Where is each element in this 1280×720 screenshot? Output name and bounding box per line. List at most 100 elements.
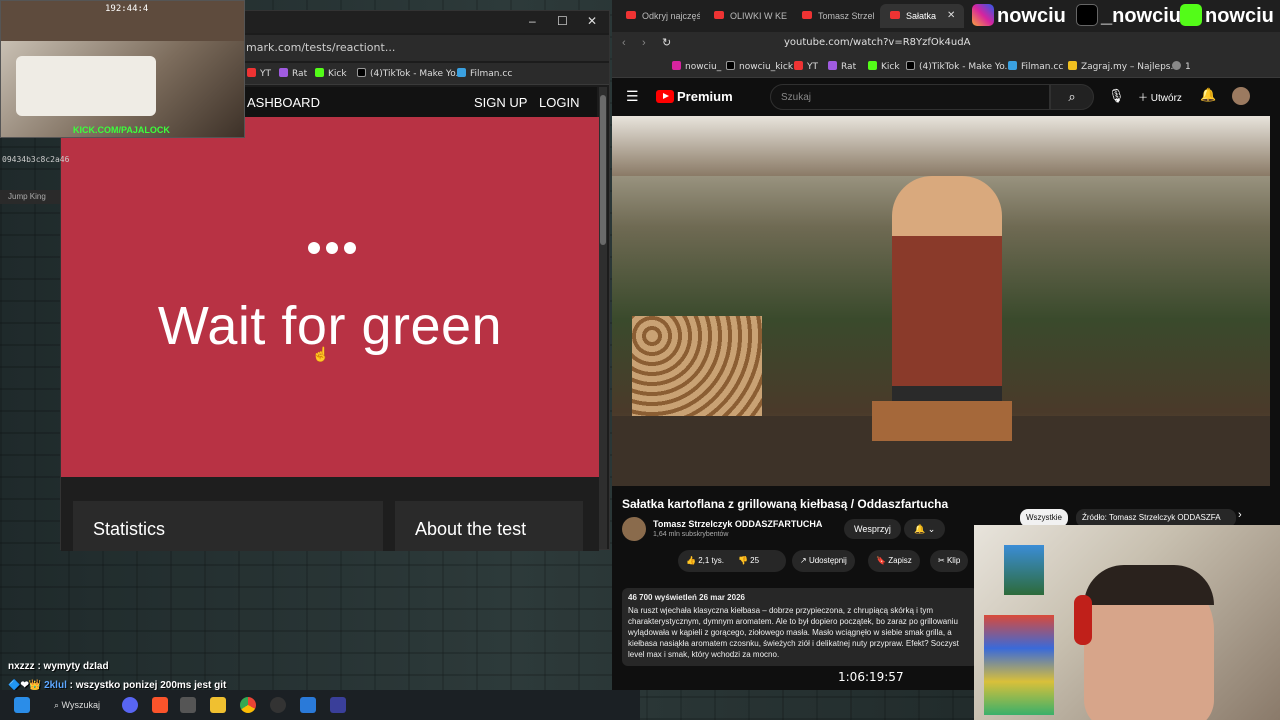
youtube-icon xyxy=(714,11,724,19)
stream-timer: 1:06:19:57 xyxy=(838,670,904,684)
bookmark-zagraj[interactable]: Zagraj.my – Najleps... xyxy=(1068,61,1179,72)
webcam-shelf xyxy=(984,615,1054,715)
instagram-icon xyxy=(672,61,681,70)
right-url-text[interactable]: youtube.com/watch?v=R8YzfOk4udA xyxy=(784,37,970,48)
views-date: 46 700 wyświetleń 26 mar 2026 xyxy=(628,593,745,602)
test-info-section: Statistics About the test xyxy=(61,477,599,551)
create-button[interactable]: ＋ Utwórz xyxy=(1138,89,1182,104)
save-icon: 🔖 xyxy=(876,556,889,565)
stream-overlay: 192:44:4 KICK.COM/PAJALOCK xyxy=(0,0,245,138)
discord-icon[interactable] xyxy=(122,697,138,713)
video-player[interactable] xyxy=(612,116,1270,486)
reload-icon[interactable]: ↻ xyxy=(662,36,671,49)
scrollbar-thumb[interactable] xyxy=(600,95,606,245)
bookmark-filman[interactable]: Filman.cc xyxy=(457,68,512,79)
youtube-logo[interactable]: Premium xyxy=(656,89,733,104)
kick-handle: nowciu xyxy=(1180,4,1274,28)
bookmark-tiktok[interactable]: (4)TikTok - Make Yo... xyxy=(906,61,1013,72)
forward-icon[interactable]: › xyxy=(642,37,646,49)
kick-icon xyxy=(868,61,877,70)
bookmark-yt[interactable]: YT xyxy=(794,61,818,72)
jump-king-window[interactable]: Jump King xyxy=(0,190,60,204)
tiktok-icon xyxy=(906,61,915,70)
bookmark-one[interactable]: 1 xyxy=(1172,61,1191,72)
game-icon[interactable] xyxy=(330,697,346,713)
taskbar-search[interactable]: ⌕ Wyszukaj xyxy=(44,695,114,715)
bookmark-rat[interactable]: Rat xyxy=(828,61,856,72)
video-description[interactable]: 46 700 wyświetleń 26 mar 2026 Na ruszt w… xyxy=(622,588,978,666)
loading-dots-icon xyxy=(305,241,359,259)
app-icon[interactable] xyxy=(180,697,196,713)
channel-name[interactable]: Tomasz Strzelczyk ODDASZFARTUCHA xyxy=(653,519,822,529)
hash-label: 09434b3c8c2a46 xyxy=(2,155,70,164)
brave-icon[interactable] xyxy=(152,697,168,713)
minimize-icon[interactable]: – xyxy=(529,14,536,28)
filman-icon xyxy=(457,68,466,77)
bookmark-nowciu-kick[interactable]: nowciu_kick xyxy=(726,61,793,72)
tab-close-icon[interactable]: ✕ xyxy=(947,10,955,21)
tab-tomasz[interactable]: Tomasz Strzel xyxy=(792,4,876,28)
bookmark-yt[interactable]: YT xyxy=(247,68,271,79)
instagram-handle: nowciu xyxy=(972,4,1066,28)
dislike-count: 25 xyxy=(750,556,760,565)
folder-icon[interactable] xyxy=(210,697,226,713)
right-address-bar[interactable]: ‹ › ↻ youtube.com/watch?v=R8YzfOk4udA xyxy=(612,32,1280,56)
bookmark-rat[interactable]: Rat xyxy=(279,68,307,79)
youtube-icon xyxy=(802,11,812,19)
thumb-down-icon: 👎 xyxy=(737,556,751,565)
bookmark-kick[interactable]: Kick xyxy=(315,68,347,79)
bookmark-nowciu[interactable]: nowciu_ xyxy=(672,61,721,72)
filman-icon xyxy=(1008,61,1017,70)
bookmark-kick[interactable]: Kick xyxy=(868,61,900,72)
photos-icon[interactable] xyxy=(300,697,316,713)
dashboard-link[interactable]: ASHBOARD xyxy=(247,95,320,110)
clip-button[interactable]: ✂ Klip xyxy=(930,550,969,572)
windows-start-icon[interactable] xyxy=(14,697,30,713)
bookmark-tiktok[interactable]: (4)TikTok - Make Yo... xyxy=(357,68,464,79)
rat-icon xyxy=(828,61,837,70)
youtube-icon xyxy=(626,11,636,19)
youtube-header: ☰ Premium Szukaj ⌕ 🎙 ＋ Utwórz 🔔 xyxy=(612,80,1280,114)
login-link[interactable]: LOGIN xyxy=(539,95,579,110)
youtube-icon xyxy=(794,61,803,70)
video-title: Sałatka kartoflana z grillowaną kiełbasą… xyxy=(622,497,949,511)
headphones-icon xyxy=(1074,595,1092,645)
description-text: Na ruszt wjechała klasyczna kiełbasa – d… xyxy=(628,606,959,659)
room-bed xyxy=(16,56,156,116)
support-button[interactable]: Wesprzyj xyxy=(844,519,901,539)
video-roof xyxy=(612,116,1270,176)
scrollbar[interactable] xyxy=(599,87,607,549)
bookmark-filman[interactable]: Filman.cc xyxy=(1008,61,1063,72)
tab-oliwki[interactable]: OLIWKI W KE xyxy=(704,4,788,28)
maximize-icon[interactable]: ☐ xyxy=(557,14,568,28)
search-input[interactable]: Szukaj xyxy=(770,84,1050,110)
rat-icon xyxy=(279,68,288,77)
menu-icon[interactable]: ☰ xyxy=(626,88,639,105)
channel-avatar[interactable] xyxy=(622,517,646,541)
reaction-test-area[interactable]: Wait for green xyxy=(61,117,599,477)
x-handle: _nowciu xyxy=(1076,4,1181,28)
bell-icon[interactable]: 🔔 xyxy=(1200,87,1216,103)
channel-subscribers: 1,64 mln subskrybentów xyxy=(653,531,729,538)
chrome-icon[interactable] xyxy=(240,697,256,713)
left-url-text[interactable]: mark.com/tests/reactiont... xyxy=(246,41,395,54)
obs-icon[interactable] xyxy=(270,697,286,713)
chat-message: nxzzz : wymyty dzIad xyxy=(8,661,109,672)
mic-icon[interactable]: 🎙 xyxy=(1108,88,1125,104)
signup-link[interactable]: SIGN UP xyxy=(474,95,527,110)
taskbar: ⌕ Wyszukaj xyxy=(0,690,640,720)
save-button[interactable]: 🔖 Zapisz xyxy=(868,550,920,572)
search-icon[interactable]: ⌕ xyxy=(1050,84,1094,110)
chevron-right-icon[interactable]: › xyxy=(1238,509,1242,521)
notification-bell-icon[interactable]: 🔔 ⌄ xyxy=(904,519,946,539)
avatar[interactable] xyxy=(1232,87,1250,105)
scissors-icon: ✂ xyxy=(938,556,947,565)
tab-odkryj[interactable]: Odkryj najczęśc xyxy=(616,4,700,28)
close-icon[interactable]: ✕ xyxy=(587,14,597,28)
back-icon[interactable]: ‹ xyxy=(622,37,626,49)
tab-strip: Odkryj najczęśc OLIWKI W KE Tomasz Strze… xyxy=(612,0,1280,32)
about-card: About the test xyxy=(395,501,583,551)
share-button[interactable]: ↗ Udostępnij xyxy=(792,550,855,572)
instagram-icon xyxy=(972,4,994,26)
like-button[interactable]: 👍 2,1 tys. 👎 25 xyxy=(678,550,786,572)
